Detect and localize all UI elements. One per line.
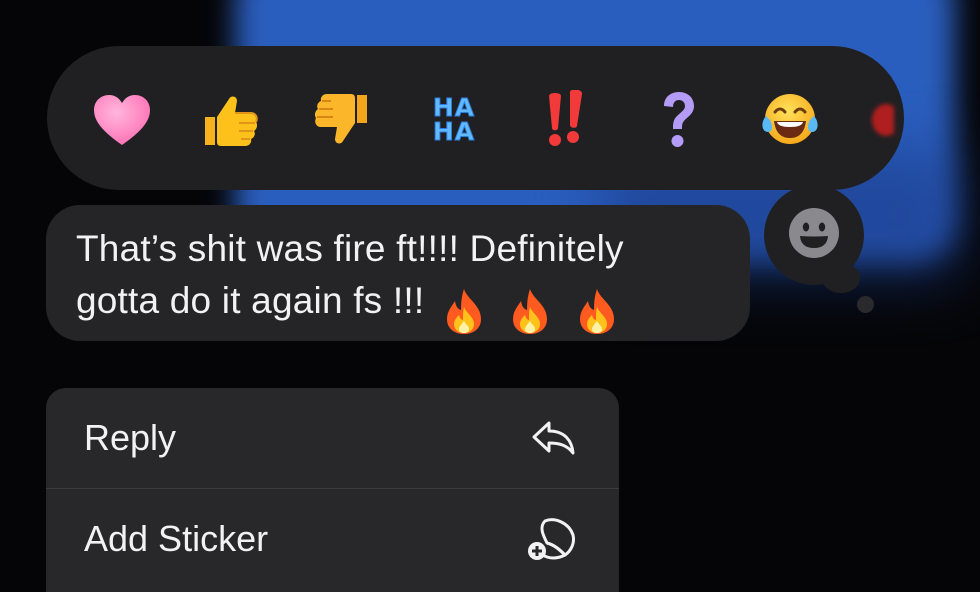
reply-label: Reply <box>84 417 177 458</box>
reaction-bar: HA HA <box>47 46 904 190</box>
add-reaction-button[interactable] <box>787 206 841 260</box>
picker-tail <box>822 263 860 293</box>
laugh-reaction-button[interactable] <box>757 92 823 148</box>
reply-menu-item[interactable]: Reply <box>46 388 619 488</box>
heart-icon <box>94 95 150 145</box>
tears-of-joy-icon <box>762 94 818 144</box>
partial-reaction-button[interactable] <box>859 92 899 148</box>
message-line-2-text: gotta do it again fs !!! <box>76 280 425 321</box>
thumbs-up-icon <box>205 96 258 146</box>
message-line-2: gotta do it again fs !!! <box>76 275 720 335</box>
fire-icon <box>513 289 548 335</box>
haha-icon: HA HA <box>432 95 476 146</box>
add-sticker-icon <box>525 515 577 563</box>
haha-line-2: HA <box>432 117 476 146</box>
partial-red-icon <box>872 104 894 136</box>
reply-arrow-icon <box>531 419 577 457</box>
message-line-1: That’s shit was fire ft!!!! Definitely <box>76 228 624 269</box>
fire-icon <box>446 289 481 335</box>
thumbs-up-reaction-button[interactable] <box>197 92 263 148</box>
smiley-face-icon <box>789 208 839 258</box>
fire-emoji-group <box>443 283 632 335</box>
question-mark-icon <box>664 92 694 147</box>
message-bubble[interactable]: That’s shit was fire ft!!!! Definitely g… <box>46 205 750 341</box>
double-exclamation-icon <box>549 90 583 146</box>
thumbs-down-icon <box>314 94 367 144</box>
picker-tail-dot <box>857 296 874 313</box>
context-menu: Reply Add Sticker <box>46 388 619 592</box>
exclamation-reaction-button[interactable] <box>533 90 599 148</box>
screen: HA HA That’s shit was fire ft!!!! Defini… <box>0 0 980 592</box>
fire-icon <box>579 289 614 335</box>
add-sticker-menu-item[interactable]: Add Sticker <box>46 489 619 589</box>
thumbs-down-reaction-button[interactable] <box>309 92 375 148</box>
haha-reaction-button[interactable]: HA HA <box>421 92 487 148</box>
question-reaction-button[interactable] <box>645 92 711 148</box>
add-sticker-label: Add Sticker <box>84 518 269 559</box>
heart-reaction-button[interactable] <box>89 92 155 148</box>
